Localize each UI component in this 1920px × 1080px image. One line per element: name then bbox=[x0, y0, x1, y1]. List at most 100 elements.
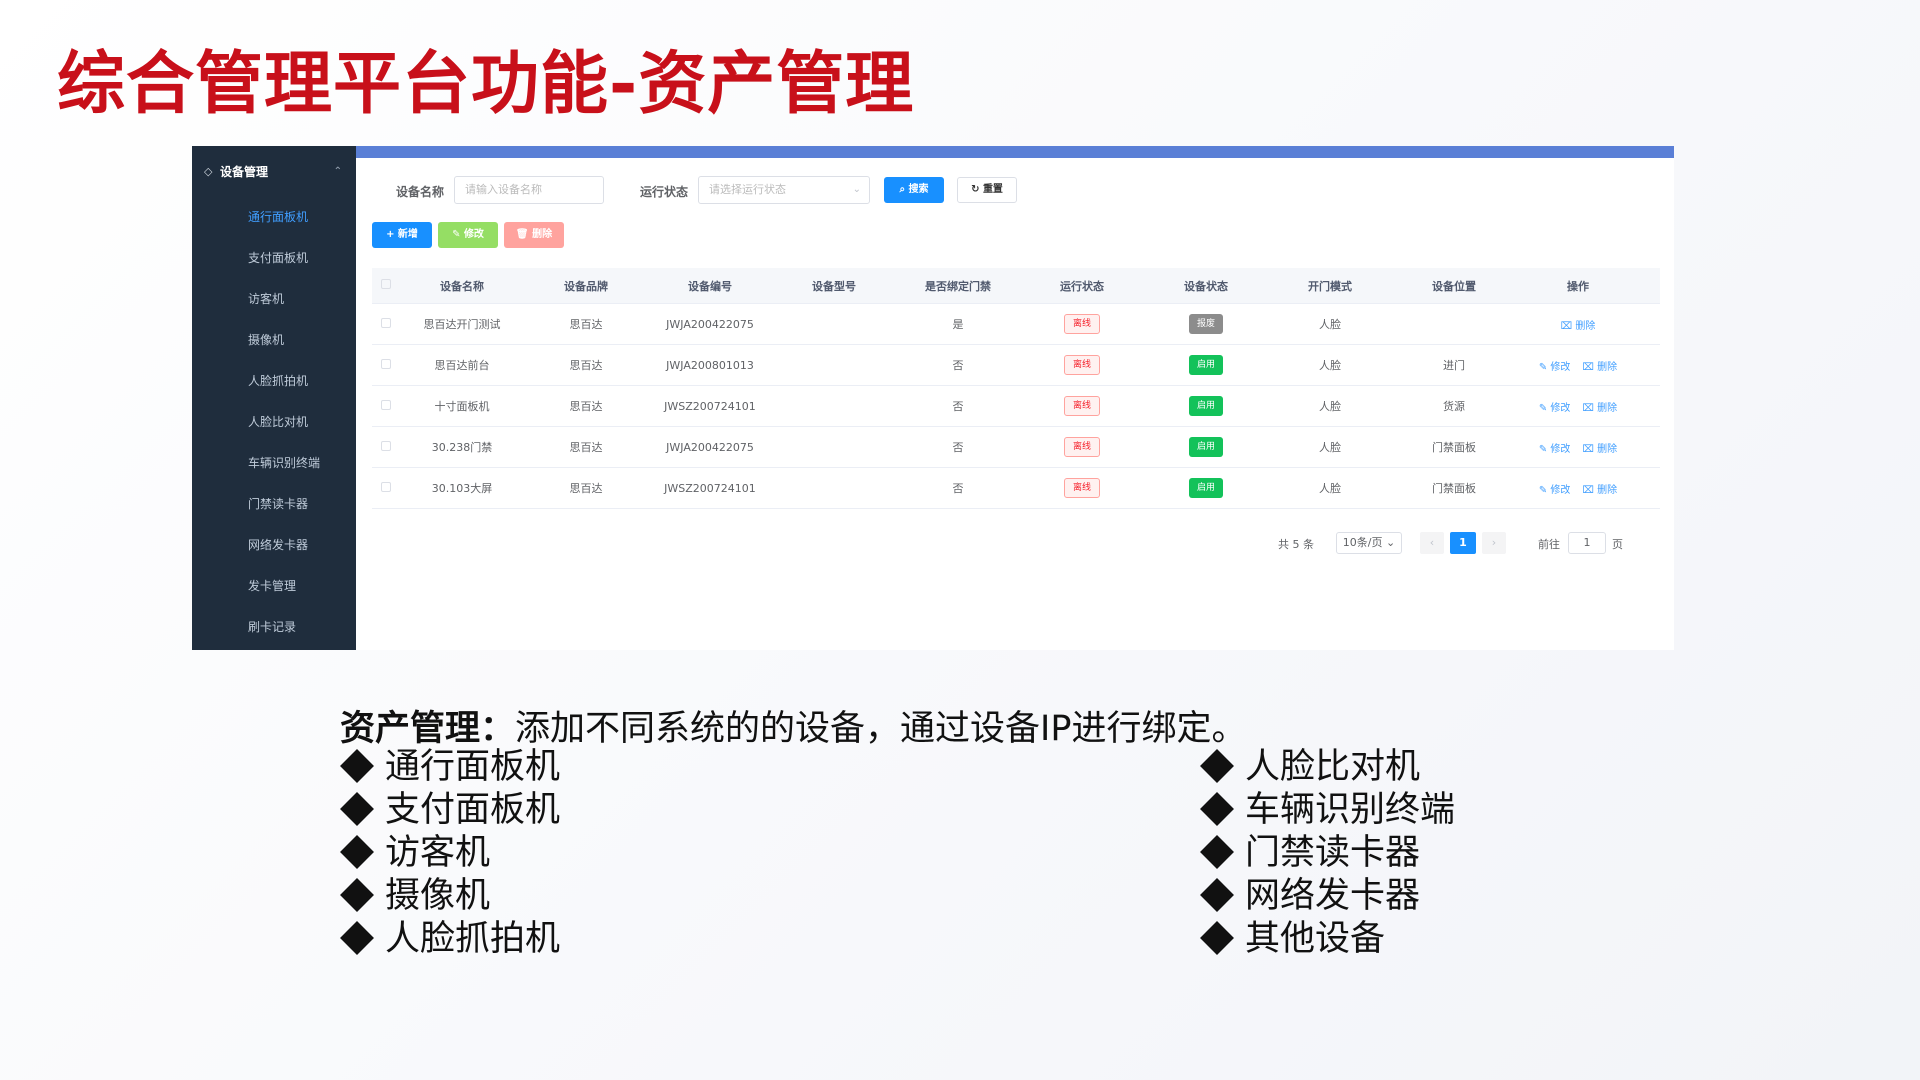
column-header[interactable]: 设备品牌 bbox=[524, 278, 648, 294]
name-filter-label: 设备名称 bbox=[396, 185, 445, 199]
row-delete-link[interactable]: ⌧ 删除 bbox=[1561, 321, 1596, 332]
table-row[interactable]: 思百达开门测试 思百达 JWJA200422075 是 离线 报废 人脸 ⌧ 删除 bbox=[372, 304, 1660, 345]
run-status-tag: 离线 bbox=[1063, 355, 1100, 375]
bullet-item: 人脸抓拍机 bbox=[340, 918, 560, 961]
search-button[interactable]: ⌕ 搜索 bbox=[884, 177, 944, 203]
status-filter-label: 运行状态 bbox=[640, 185, 689, 199]
diamond-bullet-icon bbox=[1200, 835, 1234, 869]
pager-total: 共 5 条 bbox=[1278, 538, 1314, 551]
trash-icon: ⌧ bbox=[1582, 484, 1598, 496]
cell-brand: 思百达 bbox=[569, 441, 603, 454]
diamond-bullet-icon bbox=[340, 749, 374, 783]
slide-title: 综合管理平台功能-资产管理 bbox=[57, 45, 915, 124]
op-label: 删除 bbox=[1597, 402, 1618, 414]
add-button[interactable]: + 新增 bbox=[372, 222, 432, 248]
column-header[interactable]: 设备型号 bbox=[772, 278, 896, 294]
sidebar-group-device-management[interactable]: ◇ 设备管理 ⌃ bbox=[192, 146, 356, 196]
column-header[interactable]: 运行状态 bbox=[1020, 278, 1144, 294]
row-checkbox-cell bbox=[372, 481, 400, 495]
cell-code: JWJA200801013 bbox=[666, 358, 754, 372]
select-all-checkbox[interactable] bbox=[381, 279, 391, 289]
device-name-input[interactable]: 请输入设备名称 bbox=[454, 176, 604, 204]
row-delete-link[interactable]: ⌧ 删除 bbox=[1582, 403, 1617, 414]
device-status-cell: 启用 bbox=[1144, 437, 1268, 457]
row-delete-link[interactable]: ⌧ 删除 bbox=[1582, 485, 1617, 496]
description-bold: 资产管理： bbox=[340, 709, 516, 749]
column-header[interactable]: 设备位置 bbox=[1392, 278, 1516, 294]
device-icon: ◇ bbox=[204, 164, 213, 178]
device-status-cell: 报废 bbox=[1144, 314, 1268, 334]
bullet-text: 门禁读卡器 bbox=[1245, 833, 1421, 873]
goto-page-input[interactable]: 1 bbox=[1568, 532, 1606, 554]
sidebar-item[interactable]: 访客机 bbox=[192, 278, 356, 319]
sidebar-item[interactable]: 门禁读卡器 bbox=[192, 483, 356, 524]
sidebar-item[interactable]: 发卡管理 bbox=[192, 565, 356, 606]
sidebar-group-label: 设备管理 bbox=[220, 164, 269, 179]
sidebar-item[interactable]: 摄像机 bbox=[192, 319, 356, 360]
bullet-item: 网络发卡器 bbox=[1200, 875, 1455, 918]
pagination: 共 5 条 10条/页 ⌄ ‹ 1 › 前往 1 页 bbox=[1278, 532, 1658, 556]
op-label: 删除 bbox=[1597, 443, 1618, 455]
column-header[interactable]: 设备名称 bbox=[400, 278, 524, 294]
sidebar-item[interactable]: 人脸抓拍机 bbox=[192, 360, 356, 401]
row-edit-link[interactable]: ✎ 修改 bbox=[1539, 485, 1571, 496]
row-checkbox-cell bbox=[372, 317, 400, 331]
edit-icon: ✎ bbox=[452, 229, 464, 240]
row-edit-link[interactable]: ✎ 修改 bbox=[1539, 444, 1571, 455]
column-header[interactable]: 是否绑定门禁 bbox=[896, 278, 1020, 294]
sidebar-item[interactable]: 人脸比对机 bbox=[192, 401, 356, 442]
column-header[interactable]: 开门模式 bbox=[1268, 278, 1392, 294]
cell-bound: 是 bbox=[952, 318, 964, 331]
run-status-select[interactable]: 请选择运行状态 ⌄ bbox=[698, 176, 870, 204]
page-size-select[interactable]: 10条/页 ⌄ bbox=[1336, 532, 1402, 554]
row-checkbox[interactable] bbox=[381, 358, 391, 369]
row-delete-link[interactable]: ⌧ 删除 bbox=[1582, 362, 1617, 373]
sidebar-item[interactable]: 通行面板机 bbox=[192, 196, 356, 237]
sidebar-item[interactable]: 刷卡记录 bbox=[192, 606, 356, 647]
cell-mode: 人脸 bbox=[1319, 318, 1341, 331]
row-edit-link[interactable]: ✎ 修改 bbox=[1539, 362, 1571, 373]
prev-page-button[interactable]: ‹ bbox=[1420, 532, 1444, 554]
edit-button[interactable]: ✎ 修改 bbox=[438, 222, 498, 248]
select-all-checkbox-cell bbox=[372, 279, 400, 292]
table-row[interactable]: 30.103大屏 思百达 JWSZ200724101 否 离线 启用 人脸 门禁面板 ✎ 修改 ⌧… bbox=[372, 468, 1660, 509]
page-1-button[interactable]: 1 bbox=[1450, 532, 1476, 554]
row-edit-link[interactable]: ✎ 修改 bbox=[1539, 403, 1571, 414]
sidebar-item[interactable]: 网络发卡器 bbox=[192, 524, 356, 565]
column-header[interactable]: 设备编号 bbox=[648, 278, 772, 294]
next-page-button[interactable]: › bbox=[1482, 532, 1506, 554]
row-checkbox[interactable] bbox=[381, 481, 391, 492]
row-delete-link[interactable]: ⌧ 删除 bbox=[1582, 444, 1617, 455]
main-content: 设备名称 请输入设备名称 运行状态 请选择运行状态 ⌄ ⌕ 搜索 ↻ 重置 + … bbox=[356, 158, 1674, 650]
table-row[interactable]: 30.238门禁 思百达 JWJA200422075 否 离线 启用 人脸 门禁面板 ✎ 修改 ⌧… bbox=[372, 427, 1660, 468]
bullet-text: 通行面板机 bbox=[385, 747, 561, 787]
run-status-tag: 离线 bbox=[1063, 314, 1100, 334]
reset-button[interactable]: ↻ 重置 bbox=[957, 177, 1017, 203]
table-row[interactable]: 十寸面板机 思百达 JWSZ200724101 否 离线 启用 人脸 货源 ✎ 修改 ⌧ 删除 bbox=[372, 386, 1660, 427]
sidebar-item[interactable]: 车辆识别终端 bbox=[192, 442, 356, 483]
op-label: 修改 bbox=[1550, 402, 1571, 414]
bullet-item: 通行面板机 bbox=[340, 746, 560, 789]
cell-name: 十寸面板机 bbox=[434, 400, 490, 413]
column-header[interactable]: 设备状态 bbox=[1144, 278, 1268, 294]
column-header[interactable]: 操作 bbox=[1516, 278, 1640, 294]
sidebar: ◇ 设备管理 ⌃ 通行面板机 支付面板机 访客机 摄像机 人脸抓拍机 人脸比对机 车辆识别终… bbox=[192, 146, 356, 650]
cell-code: JWSZ200724101 bbox=[664, 399, 756, 413]
delete-button[interactable]: 🗑 删除 bbox=[504, 222, 564, 248]
description: 资产管理：添加不同系统的的设备，通过设备IP进行绑定。 bbox=[340, 700, 1246, 751]
device-status-tag: 启用 bbox=[1188, 355, 1223, 375]
run-status-tag: 离线 bbox=[1063, 478, 1100, 498]
table-row[interactable]: 思百达前台 思百达 JWJA200801013 否 离线 启用 人脸 进门 ✎ 修改 ⌧ 删除 bbox=[372, 345, 1660, 386]
row-checkbox[interactable] bbox=[381, 440, 391, 451]
cell-bound: 否 bbox=[952, 359, 964, 372]
filter-row: 设备名称 请输入设备名称 运行状态 请选择运行状态 ⌄ ⌕ 搜索 ↻ 重置 bbox=[356, 176, 1674, 206]
goto-label: 前往 bbox=[1538, 538, 1560, 551]
sidebar-item[interactable]: 支付面板机 bbox=[192, 237, 356, 278]
bullet-text: 车辆识别终端 bbox=[1245, 790, 1456, 830]
device-list-right: 人脸比对机 车辆识别终端 门禁读卡器 网络发卡器 其他设备 bbox=[1200, 746, 1455, 961]
bullet-item: 其他设备 bbox=[1200, 918, 1455, 961]
row-checkbox[interactable] bbox=[381, 317, 391, 328]
row-checkbox[interactable] bbox=[381, 399, 391, 410]
run-status-cell: 离线 bbox=[1020, 478, 1144, 498]
cell-name: 思百达开门测试 bbox=[423, 318, 501, 331]
